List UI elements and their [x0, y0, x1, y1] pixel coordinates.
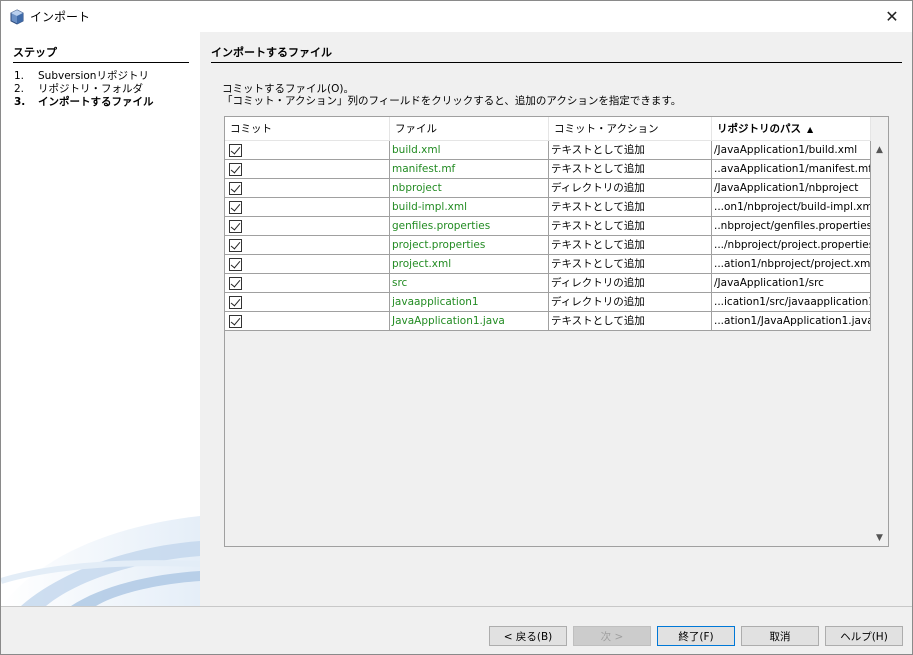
file-cell: JavaApplication1.java [390, 312, 549, 330]
scroll-up-icon[interactable]: ▲ [871, 141, 888, 158]
repo-path-cell: ...ation1/JavaApplication1.java [712, 312, 871, 330]
commit-cell [225, 293, 390, 311]
window-title: インポート [30, 10, 91, 24]
commit-checkbox[interactable] [229, 257, 242, 271]
file-cell: nbproject [390, 179, 549, 197]
column-header-file[interactable]: ファイル [390, 117, 549, 141]
repo-path-cell: ..nbproject/genfiles.properties [712, 217, 871, 235]
table-row[interactable]: build.xml テキストとして追加/JavaApplication1/buil… [225, 141, 871, 160]
button-bar: < 戻る(B) 次 > 終了(F) 取消 ヘルプ(H) [1, 606, 912, 654]
next-button[interactable]: 次 > [573, 626, 651, 646]
table-row[interactable]: javaapplication1 ディレクトリの追加 ...ication1/src… [225, 293, 871, 312]
commit-action-cell[interactable]: テキストとして追加 [549, 198, 712, 216]
table-row[interactable]: build-impl.xml テキストとして追加 ...on1/nbproject/… [225, 198, 871, 217]
column-header-commit[interactable]: コミット [225, 117, 390, 141]
step-number: 1. [14, 70, 25, 82]
import-dialog: インポート ✕ ステップ 1. Subversionリポジトリ 2. リポジトリ… [0, 0, 913, 655]
commit-cell [225, 312, 390, 330]
file-cell: project.properties [390, 236, 549, 254]
commit-cell [225, 198, 390, 216]
finish-button[interactable]: 終了(F) [657, 626, 735, 646]
repo-path-cell: ...ation1/nbproject/project.xml [712, 255, 871, 273]
table-row[interactable]: src ディレクトリの追加/JavaApplication1/src [225, 274, 871, 293]
commit-action-cell[interactable]: テキストとして追加 [549, 160, 712, 178]
steps-panel: ステップ 1. Subversionリポジトリ 2. リポジトリ・フォルダ 3.… [1, 32, 200, 606]
commit-action-cell[interactable]: テキストとして追加 [549, 141, 712, 159]
step-label: Subversionリポジトリ [38, 70, 149, 82]
step-item: 1. Subversionリポジトリ [14, 70, 194, 83]
commit-cell [225, 217, 390, 235]
file-cell: genfiles.properties [390, 217, 549, 235]
file-cell: project.xml [390, 255, 549, 273]
close-icon[interactable]: ✕ [872, 1, 912, 32]
file-cell: build.xml [390, 141, 549, 159]
commit-cell [225, 236, 390, 254]
repo-path-cell: .../nbproject/project.properties [712, 236, 871, 254]
repo-path-cell: ...on1/nbproject/build-impl.xml [712, 198, 871, 216]
table-row[interactable]: project.properties テキストとして追加 .../nbproject… [225, 236, 871, 255]
files-table[interactable]: コミット ファイル コミット・アクション リポジトリのパス ▲ build.xml… [224, 116, 889, 547]
commit-cell [225, 141, 390, 159]
file-cell: javaapplication1 [390, 293, 549, 311]
column-header-action[interactable]: コミット・アクション [549, 117, 712, 141]
help-button[interactable]: ヘルプ(H) [825, 626, 903, 646]
commit-checkbox[interactable] [229, 219, 242, 233]
step-label: インポートするファイル [38, 96, 154, 108]
decorative-swoosh-image [1, 516, 200, 606]
vertical-scrollbar[interactable]: ▲ ▼ [871, 141, 888, 546]
table-body: build.xml テキストとして追加/JavaApplication1/buil… [225, 141, 871, 331]
commit-action-cell[interactable]: ディレクトリの追加 [549, 293, 712, 311]
column-header-repo-path[interactable]: リポジトリのパス ▲ [712, 117, 871, 141]
back-button[interactable]: < 戻る(B) [489, 626, 567, 646]
commit-action-cell[interactable]: テキストとして追加 [549, 236, 712, 254]
commit-action-cell[interactable]: ディレクトリの追加 [549, 274, 712, 292]
steps-list: 1. Subversionリポジトリ 2. リポジトリ・フォルダ 3. インポー… [14, 70, 194, 109]
commit-cell [225, 179, 390, 197]
cancel-button[interactable]: 取消 [741, 626, 819, 646]
repo-path-cell: /JavaApplication1/nbproject [712, 179, 871, 197]
app-cube-icon [10, 8, 24, 25]
file-cell: manifest.mf [390, 160, 549, 178]
commit-action-cell[interactable]: ディレクトリの追加 [549, 179, 712, 197]
page-title: インポートするファイル [211, 44, 902, 63]
commit-action-cell[interactable]: テキストとして追加 [549, 312, 712, 330]
commit-checkbox[interactable] [229, 143, 242, 157]
commit-action-cell[interactable]: テキストとして追加 [549, 255, 712, 273]
steps-title: ステップ [13, 44, 189, 63]
table-header: コミット ファイル コミット・アクション リポジトリのパス ▲ [225, 117, 871, 141]
table-row[interactable]: manifest.mf テキストとして追加 ..avaApplication1/ma… [225, 160, 871, 179]
repo-path-cell: ..avaApplication1/manifest.mf [712, 160, 871, 178]
table-row[interactable]: nbproject ディレクトリの追加/JavaApplication1/nbpr… [225, 179, 871, 198]
sort-ascending-icon: ▲ [807, 125, 814, 134]
column-header-label: リポジトリのパス [717, 123, 801, 135]
file-cell: build-impl.xml [390, 198, 549, 216]
step-item: 2. リポジトリ・フォルダ [14, 83, 194, 96]
table-row[interactable]: genfiles.properties テキストとして追加 ..nbproject/… [225, 217, 871, 236]
step-number: 3. [14, 96, 26, 108]
main-panel: インポートするファイル コミットするファイル(O)。 「コミット・アクション」列… [200, 32, 912, 606]
commit-cell [225, 255, 390, 273]
step-number: 2. [14, 83, 25, 95]
commit-checkbox[interactable] [229, 314, 242, 328]
table-row[interactable]: JavaApplication1.java テキストとして追加 ...ation1/… [225, 312, 871, 331]
file-cell: src [390, 274, 549, 292]
title-bar: インポート ✕ [1, 1, 912, 32]
commit-checkbox[interactable] [229, 181, 242, 195]
commit-checkbox[interactable] [229, 295, 242, 309]
table-row[interactable]: project.xml テキストとして追加 ...ation1/nbproject/… [225, 255, 871, 274]
repo-path-cell: /JavaApplication1/src [712, 274, 871, 292]
commit-checkbox[interactable] [229, 276, 242, 290]
repo-path-cell: ...ication1/src/javaapplication1 [712, 293, 871, 311]
step-item-current: 3. インポートするファイル [14, 96, 194, 109]
commit-action-cell[interactable]: テキストとして追加 [549, 217, 712, 235]
commit-checkbox[interactable] [229, 200, 242, 214]
step-label: リポジトリ・フォルダ [38, 83, 143, 95]
commit-cell [225, 160, 390, 178]
commit-checkbox[interactable] [229, 162, 242, 176]
instructions-text: 「コミット・アクション」列のフィールドをクリックすると、追加のアクションを指定で… [222, 95, 682, 107]
repo-path-cell: /JavaApplication1/build.xml [712, 141, 871, 159]
scroll-down-icon[interactable]: ▼ [871, 529, 888, 546]
commit-checkbox[interactable] [229, 238, 242, 252]
commit-cell [225, 274, 390, 292]
